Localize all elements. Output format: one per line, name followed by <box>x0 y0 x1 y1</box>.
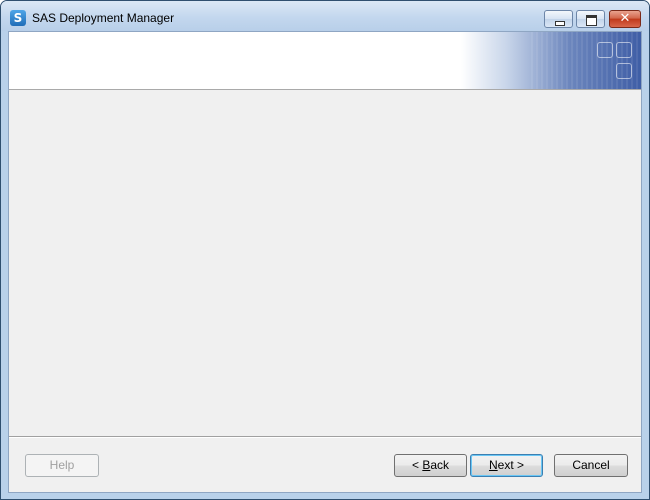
sas-deployment-manager-window: S SAS Deployment Manager ✕ Help < Back N… <box>0 0 650 500</box>
banner-square-icon <box>616 63 632 79</box>
wizard-content-panel <box>9 90 641 436</box>
cancel-button[interactable]: Cancel <box>554 454 628 477</box>
title-bar[interactable]: S SAS Deployment Manager ✕ <box>1 1 649 31</box>
sas-app-icon[interactable]: S <box>10 10 26 26</box>
maximize-button[interactable] <box>576 10 605 28</box>
footer-divider <box>9 436 641 438</box>
minimize-button[interactable] <box>544 10 573 28</box>
wizard-client-area: Help < Back Next > Cancel <box>8 31 642 493</box>
close-icon: ✕ <box>619 11 631 26</box>
back-button[interactable]: < Back <box>394 454 467 477</box>
banner-square-icon <box>597 42 613 58</box>
wizard-banner <box>9 32 641 90</box>
banner-square-icon <box>616 42 632 58</box>
help-button-label: Help <box>49 458 75 472</box>
help-button[interactable]: Help <box>25 454 99 477</box>
close-button[interactable]: ✕ <box>609 10 641 28</box>
next-button-accelerator: N <box>488 458 498 472</box>
window-title: SAS Deployment Manager <box>32 11 175 25</box>
cancel-button-label: Cancel <box>572 458 610 472</box>
next-button[interactable]: Next > <box>470 454 543 477</box>
minimize-icon <box>555 21 565 26</box>
maximize-icon <box>586 15 597 26</box>
banner-graphic <box>461 32 641 89</box>
next-button-label-rest: ext > <box>497 458 525 472</box>
back-button-label-rest: ack <box>430 458 450 472</box>
back-button-prefix: < <box>411 458 423 472</box>
